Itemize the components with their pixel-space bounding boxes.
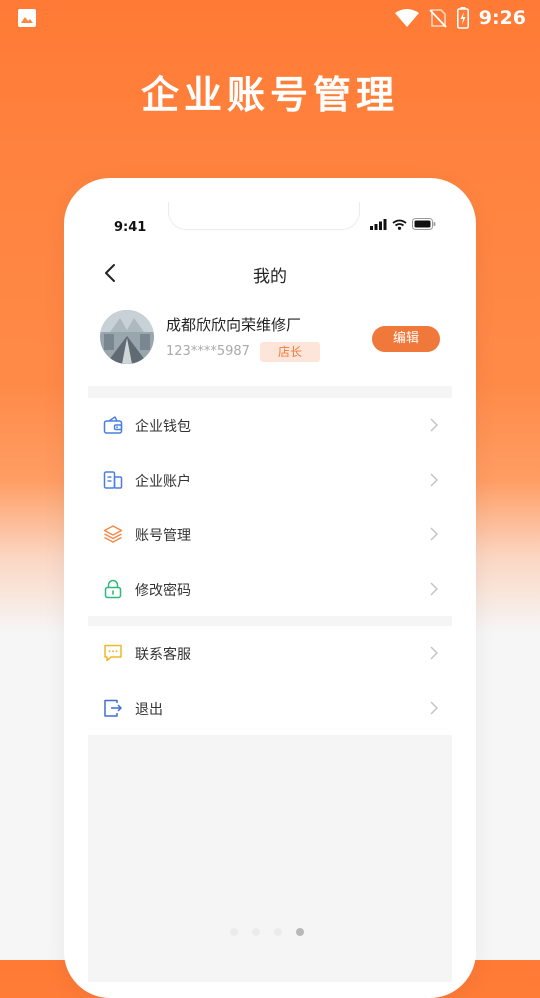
phone-mockup: 9:41 我的 成都欣欣向荣维修厂 123****5987 店长 编辑 企业钱包… [64,178,476,998]
mock-status-bar: 9:41 [88,202,452,250]
no-sim-icon [429,9,447,28]
chevron-right-icon [430,527,438,541]
chat-icon [104,644,122,662]
page-title: 企业账号管理 [140,73,399,117]
menu-item-wallet[interactable]: 企业钱包 [88,398,452,453]
menu-item-label: 企业账户 [135,473,191,490]
nav-title: 我的 [253,267,287,287]
menu-group-support: 联系客服 退出 [88,626,452,735]
battery-charging-icon [456,7,469,29]
role-badge: 店长 [260,342,320,362]
carousel-dot-active[interactable] [296,928,304,936]
carousel-dot[interactable] [252,928,260,936]
avatar[interactable] [100,310,154,364]
menu-item-label: 联系客服 [135,647,191,663]
lock-icon [104,579,122,598]
profile-card: 成都欣欣向荣维修厂 123****5987 店长 编辑 [88,296,452,386]
phone-screen: 9:41 我的 成都欣欣向荣维修厂 123****5987 店长 编辑 企业钱包… [88,202,452,982]
menu-group-account: 企业钱包 企业账户 账号管理 修改密码 [88,398,452,616]
menu-item-label: 修改密码 [135,582,191,599]
menu-item-logout[interactable]: 退出 [88,681,452,736]
menu-item-customer-service[interactable]: 联系客服 [88,626,452,681]
menu-item-account-management[interactable]: 账号管理 [88,507,452,562]
image-icon [18,9,36,27]
account-icon [103,470,123,489]
edit-button[interactable]: 编辑 [372,326,440,352]
carousel-indicator[interactable] [230,928,304,936]
chevron-right-icon [430,646,438,660]
company-name: 成都欣欣向荣维修厂 [166,316,302,334]
wifi-icon [392,219,407,230]
menu-item-label: 退出 [135,701,163,718]
menu-item-label: 企业钱包 [135,419,191,435]
battery-icon [412,218,436,230]
phone-notch [168,202,360,230]
menu-item-label: 账号管理 [135,528,191,544]
chevron-right-icon [430,472,438,487]
mock-status-time: 9:41 [114,220,147,235]
logout-icon [104,699,122,717]
carousel-dot[interactable] [274,928,282,936]
chevron-right-icon [430,418,438,432]
menu-item-change-password[interactable]: 修改密码 [88,562,452,617]
chevron-right-icon [430,581,438,596]
menu-item-enterprise-account[interactable]: 企业账户 [88,453,452,508]
status-bar: 9:26 [0,0,540,36]
chevron-right-icon [430,700,438,715]
wallet-icon [103,416,123,434]
carousel-dot[interactable] [230,928,238,936]
signal-icon [370,218,387,230]
wifi-icon [394,9,419,27]
nav-bar: 我的 [88,250,452,296]
status-time: 9:26 [478,7,526,29]
phone-number: 123****5987 [166,344,250,359]
layers-icon [103,525,123,543]
